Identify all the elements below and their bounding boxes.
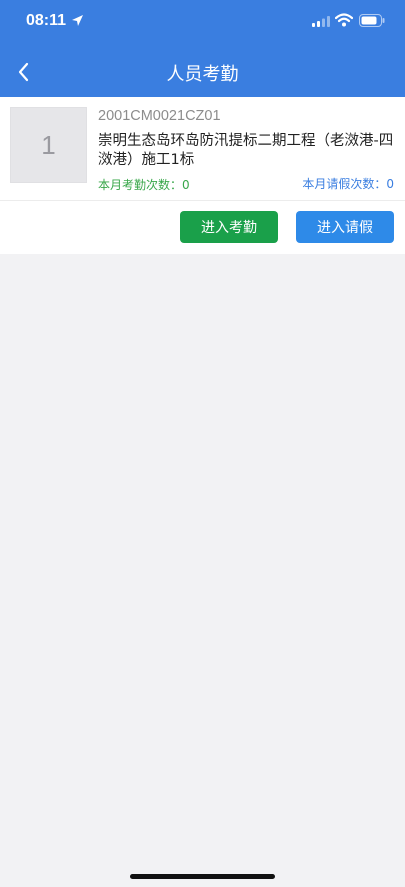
leave-count: 本月请假次数：0 (302, 177, 394, 191)
attendance-count: 本月考勤次数：0 (98, 178, 190, 192)
app-header: 08:11 人员考勤 (0, 0, 405, 97)
battery-icon (359, 14, 385, 27)
project-name: 崇明生态岛环岛防汛提标二期工程（老滧港-四滧港）施工1标 (98, 133, 394, 168)
enter-leave-button[interactable]: 进入请假 (296, 211, 394, 243)
status-time: 08:11 (26, 12, 67, 29)
location-arrow-icon (72, 15, 83, 26)
project-thumbnail: 1 (10, 107, 87, 183)
home-indicator (130, 874, 275, 879)
page-title: 人员考勤 (166, 64, 239, 85)
project-card: 1 2001CM0021CZ01 崇明生态岛环岛防汛提标二期工程（老滧港-四滧港… (0, 97, 405, 254)
project-code: 2001CM0021CZ01 (98, 108, 221, 124)
wifi-icon (335, 13, 353, 27)
signal-icon (312, 16, 330, 27)
divider (0, 200, 405, 201)
enter-attendance-button[interactable]: 进入考勤 (180, 211, 278, 243)
